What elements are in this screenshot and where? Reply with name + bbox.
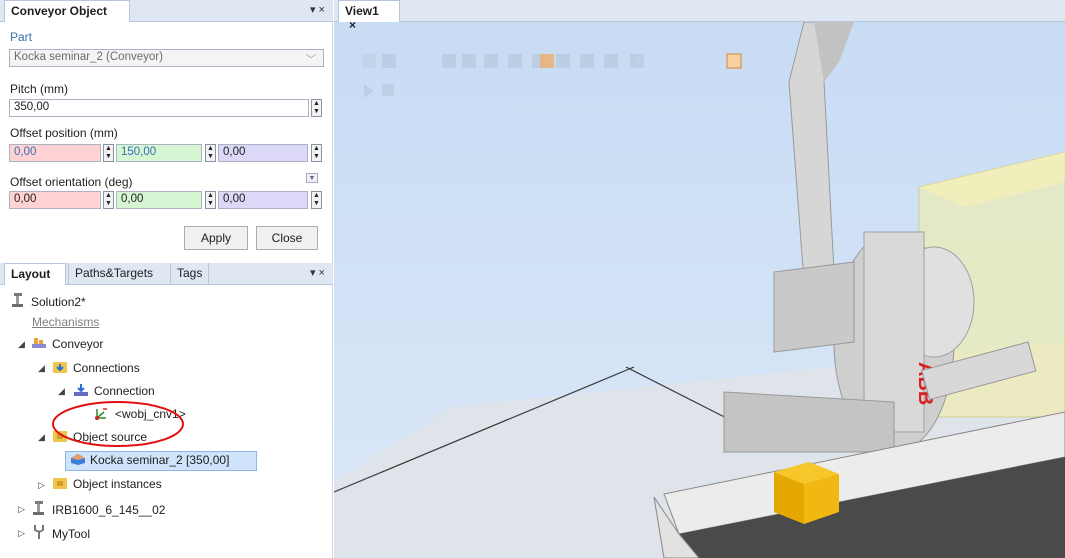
expand-arrow-icon[interactable]: ◢ bbox=[38, 363, 45, 374]
offset-position-x[interactable]: 0,00 bbox=[9, 144, 101, 162]
offset-position-z[interactable]: 0,00 bbox=[218, 144, 308, 162]
scene: ABB bbox=[334, 22, 1065, 558]
chevron-down-icon: ﹀ bbox=[306, 55, 316, 66]
tool-icon bbox=[31, 524, 47, 539]
tree-item-connections[interactable]: Connections bbox=[52, 360, 140, 380]
conveyor-panel-tabstrip: Conveyor Object ▾ × bbox=[0, 0, 333, 22]
folder-icon bbox=[52, 360, 68, 374]
solution-icon bbox=[10, 292, 26, 307]
expand-arrow-icon[interactable]: ◢ bbox=[38, 432, 45, 443]
tree-item-robot[interactable]: IRB1600_6_145__02 bbox=[31, 500, 165, 520]
view-tabstrip: View1 × bbox=[334, 0, 1065, 32]
conveyor-panel-controls[interactable]: ▾ × bbox=[310, 3, 325, 16]
tab-paths-targets[interactable]: Paths&Targets bbox=[68, 263, 159, 285]
tree-label: Connections bbox=[73, 361, 140, 375]
tree-label: IRB1600_6_145__02 bbox=[52, 503, 166, 517]
tree-label: Kocka seminar_2 [350,00] bbox=[90, 453, 230, 467]
3d-view[interactable]: View1 × bbox=[334, 0, 1065, 558]
offset-position-z-stepper[interactable]: ▲ ▼ bbox=[311, 144, 322, 162]
offset-orientation-y[interactable]: 0,00 bbox=[116, 191, 202, 209]
offset-orientation-x-stepper[interactable]: ▲ ▼ bbox=[103, 191, 114, 209]
tree-item-object-instances[interactable]: Object instances bbox=[52, 476, 162, 496]
tree-label: Connection bbox=[94, 384, 155, 398]
pitch-label: Pitch (mm) bbox=[10, 82, 68, 96]
left-panel: Conveyor Object ▾ × Part Kocka seminar_2… bbox=[0, 0, 333, 558]
offset-position-x-stepper[interactable]: ▲ ▼ bbox=[103, 144, 114, 162]
highlight-circle bbox=[52, 401, 184, 447]
collapse-icon[interactable]: ▼ bbox=[306, 173, 318, 183]
tree-label: MyTool bbox=[52, 527, 91, 541]
tree-item-conveyor[interactable]: Conveyor bbox=[31, 336, 103, 356]
snap-tool-icon[interactable] bbox=[726, 53, 742, 69]
offset-position-label: Offset position (mm) bbox=[10, 126, 118, 140]
part-dropdown[interactable]: Kocka seminar_2 (Conveyor) bbox=[9, 49, 324, 67]
tab-layout[interactable]: Layout bbox=[4, 263, 66, 285]
connection-icon bbox=[73, 383, 89, 397]
pitch-input[interactable]: 350,00 bbox=[9, 99, 309, 117]
offset-orientation-y-stepper[interactable]: ▲ ▼ bbox=[205, 191, 216, 209]
conveyor-icon bbox=[31, 336, 47, 350]
tab-tags[interactable]: Tags bbox=[170, 263, 210, 285]
tree-label: Object instances bbox=[73, 477, 162, 491]
collapse-arrow-icon[interactable]: ▷ bbox=[18, 504, 25, 515]
offset-orientation-label: Offset orientation (deg) bbox=[10, 175, 133, 189]
offset-position-y-stepper[interactable]: ▲ ▼ bbox=[205, 144, 216, 162]
layout-panel-controls[interactable]: ▾ × bbox=[310, 266, 325, 279]
expand-arrow-icon[interactable]: ◢ bbox=[58, 386, 65, 397]
part-cube[interactable] bbox=[774, 462, 839, 524]
part-label: Part bbox=[10, 30, 33, 44]
close-button[interactable]: Close bbox=[256, 226, 318, 250]
folder-icon bbox=[52, 476, 68, 490]
tree-item-tool[interactable]: MyTool bbox=[31, 524, 90, 544]
offset-orientation-z-stepper[interactable]: ▲ ▼ bbox=[311, 191, 322, 209]
offset-orientation-x[interactable]: 0,00 bbox=[9, 191, 101, 209]
offset-position-y[interactable]: 150,00 bbox=[116, 144, 202, 162]
tab-view1[interactable]: View1 × bbox=[338, 0, 400, 32]
tree-item-solution[interactable]: Solution2* bbox=[10, 292, 86, 312]
robot-icon bbox=[31, 500, 47, 515]
expand-arrow-icon[interactable]: ◢ bbox=[18, 339, 25, 350]
tab-view1-label: View1 bbox=[345, 4, 379, 18]
pitch-stepper[interactable]: ▲ ▼ bbox=[311, 99, 322, 117]
tree-label: Solution2* bbox=[31, 295, 86, 309]
tree-item-source-item[interactable]: Kocka seminar_2 [350,00] bbox=[65, 451, 257, 471]
apply-button[interactable]: Apply bbox=[184, 226, 248, 250]
collapse-arrow-icon[interactable]: ▷ bbox=[18, 528, 25, 539]
tree-label: Conveyor bbox=[52, 337, 104, 351]
view-toolbar[interactable] bbox=[362, 54, 644, 98]
tree-item-mechanisms[interactable]: Mechanisms bbox=[32, 315, 99, 335]
selected-tool-icon[interactable] bbox=[540, 54, 554, 68]
tab-conveyor-object[interactable]: Conveyor Object bbox=[4, 0, 130, 22]
collapse-arrow-icon[interactable]: ▷ bbox=[38, 480, 45, 491]
part-icon bbox=[69, 452, 85, 466]
layout-panel-tabstrip: Layout Paths&Targets Tags ▾ × bbox=[0, 263, 333, 285]
offset-orientation-z[interactable]: 0,00 bbox=[218, 191, 308, 209]
